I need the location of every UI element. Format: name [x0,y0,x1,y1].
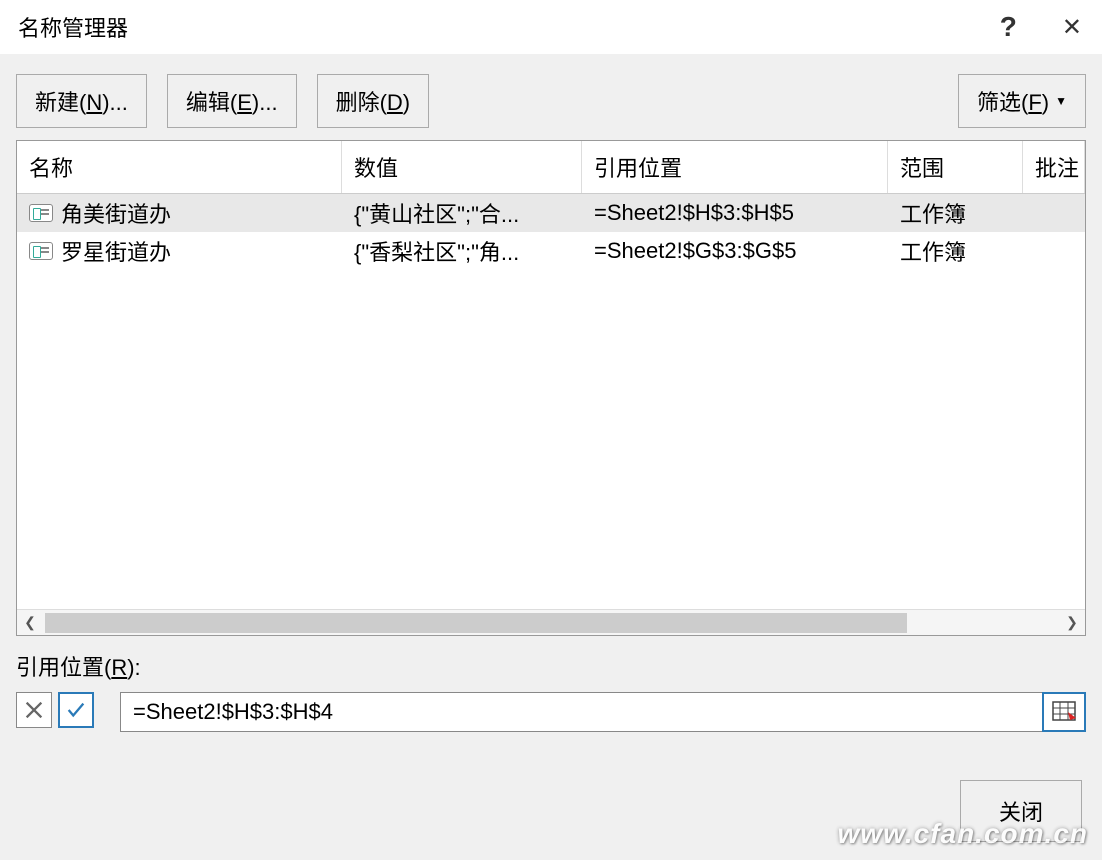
edit-button[interactable]: 编辑(E)... [167,74,297,128]
horizontal-scrollbar[interactable]: ❮ ❯ [17,609,1085,635]
row-scope: 工作簿 [888,231,1023,271]
row-refersto: =Sheet2!$H$3:$H$5 [582,196,888,230]
delete-button[interactable]: 删除(D) [317,74,430,128]
list-row[interactable]: 罗星街道办 {"香梨社区";"角... =Sheet2!$G$3:$G$5 工作… [17,232,1085,270]
close-icon[interactable]: ✕ [1062,13,1082,42]
filter-button[interactable]: 筛选(F) ▼ [958,74,1086,128]
col-name[interactable]: 名称 [17,141,342,193]
row-value: {"香梨社区";"角... [342,231,582,271]
row-comment [1023,209,1085,217]
chevron-down-icon: ▼ [1055,94,1067,108]
col-refersto[interactable]: 引用位置 [582,141,888,193]
col-scope[interactable]: 范围 [888,141,1023,193]
close-button[interactable]: 关闭 [960,780,1082,842]
col-value[interactable]: 数值 [342,141,582,193]
dialog-title: 名称管理器 [18,11,128,43]
refers-to-section: 引用位置(R): [16,650,1086,732]
refers-to-label: 引用位置(R): [16,650,1086,682]
list-body: 角美街道办 {"黄山社区";"合... =Sheet2!$H$3:$H$5 工作… [17,194,1085,609]
list-header: 名称 数值 引用位置 范围 批注 [17,141,1085,194]
defined-name-icon [29,242,53,260]
row-comment [1023,247,1085,255]
range-picker-button[interactable] [1042,692,1086,732]
list-row[interactable]: 角美街道办 {"黄山社区";"合... =Sheet2!$H$3:$H$5 工作… [17,194,1085,232]
titlebar: 名称管理器 ? ✕ [0,0,1102,54]
row-name: 罗星街道办 [61,235,171,267]
names-list: 名称 数值 引用位置 范围 批注 角美街道办 {"黄山社区";"合... =Sh… [16,140,1086,636]
row-refersto: =Sheet2!$G$3:$G$5 [582,234,888,268]
new-button[interactable]: 新建(N)... [16,74,147,128]
col-comment[interactable]: 批注 [1023,141,1085,193]
range-picker-icon [1050,698,1078,726]
defined-name-icon [29,204,53,222]
scroll-right-icon[interactable]: ❯ [1059,614,1085,631]
x-icon [23,699,45,721]
dialog-footer: 关闭 [960,780,1082,842]
scroll-left-icon[interactable]: ❮ [17,614,43,631]
accept-edit-button[interactable] [58,692,94,728]
cancel-edit-button[interactable] [16,692,52,728]
toolbar: 新建(N)... 编辑(E)... 删除(D) 筛选(F) ▼ [0,54,1102,130]
help-icon[interactable]: ? [1000,11,1017,43]
check-icon [65,699,87,721]
row-name: 角美街道办 [61,197,171,229]
row-value: {"黄山社区";"合... [342,194,582,233]
refers-to-input[interactable] [120,692,1042,732]
scroll-thumb[interactable] [45,613,907,633]
row-scope: 工作簿 [888,194,1023,233]
